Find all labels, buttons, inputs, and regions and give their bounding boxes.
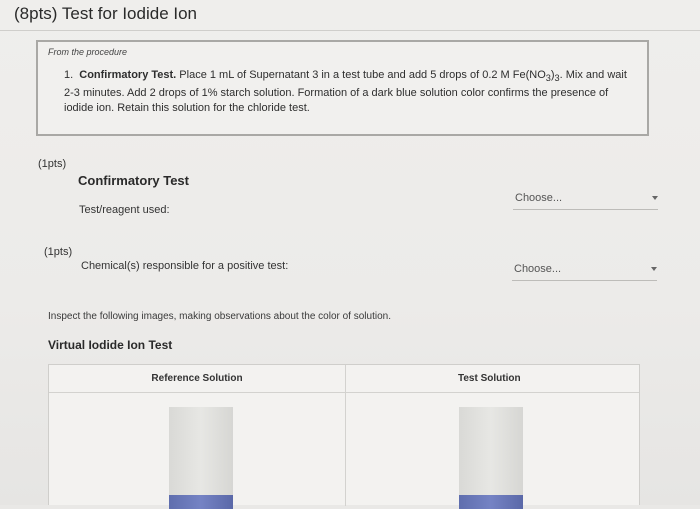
procedure-label: From the procedure	[48, 47, 128, 57]
header-divider	[49, 392, 639, 393]
reference-solution-liquid	[169, 495, 233, 509]
step-title: Confirmatory Test.	[79, 69, 177, 81]
reference-tube-image	[169, 407, 233, 509]
chevron-down-icon	[652, 196, 658, 200]
page: (8pts) Test for Iodide Ion From the proc…	[0, 0, 700, 509]
procedure-step: 1. Confirmatory Test. Place 1 mL of Supe…	[64, 68, 634, 116]
instruction-text: Inspect the following images, making obs…	[48, 311, 391, 322]
question-1-select[interactable]: Choose...	[513, 188, 658, 210]
question-1-points: (1pts)	[38, 158, 67, 170]
page-title: (8pts) Test for Iodide Ion	[14, 4, 198, 23]
test-tube-image	[459, 407, 523, 509]
step-text-a: Place 1 mL of Supernatant 3 in a test tu…	[179, 69, 546, 81]
test-solution-liquid	[459, 495, 523, 509]
chevron-down-icon	[651, 267, 657, 271]
question-1-heading: Confirmatory Test	[78, 173, 189, 188]
step-number: 1.	[64, 69, 74, 81]
question-2-select-value: Choose...	[514, 263, 562, 275]
virtual-test-table: Reference Solution Test Solution	[48, 364, 640, 509]
column-divider	[345, 365, 346, 506]
virtual-test-title: Virtual Iodide Ion Test	[48, 338, 173, 352]
question-2-points: (1pts)	[44, 246, 73, 258]
title-divider	[0, 30, 700, 31]
question-2-select[interactable]: Choose...	[512, 259, 657, 281]
question-2-label: Chemical(s) responsible for a positive t…	[81, 260, 289, 272]
question-1-label: Test/reagent used:	[79, 204, 170, 216]
question-1-select-value: Choose...	[515, 192, 563, 204]
column-header-reference: Reference Solution	[151, 373, 243, 384]
procedure-box: From the procedure 1. Confirmatory Test.…	[36, 40, 649, 136]
column-header-test: Test Solution	[458, 373, 521, 384]
